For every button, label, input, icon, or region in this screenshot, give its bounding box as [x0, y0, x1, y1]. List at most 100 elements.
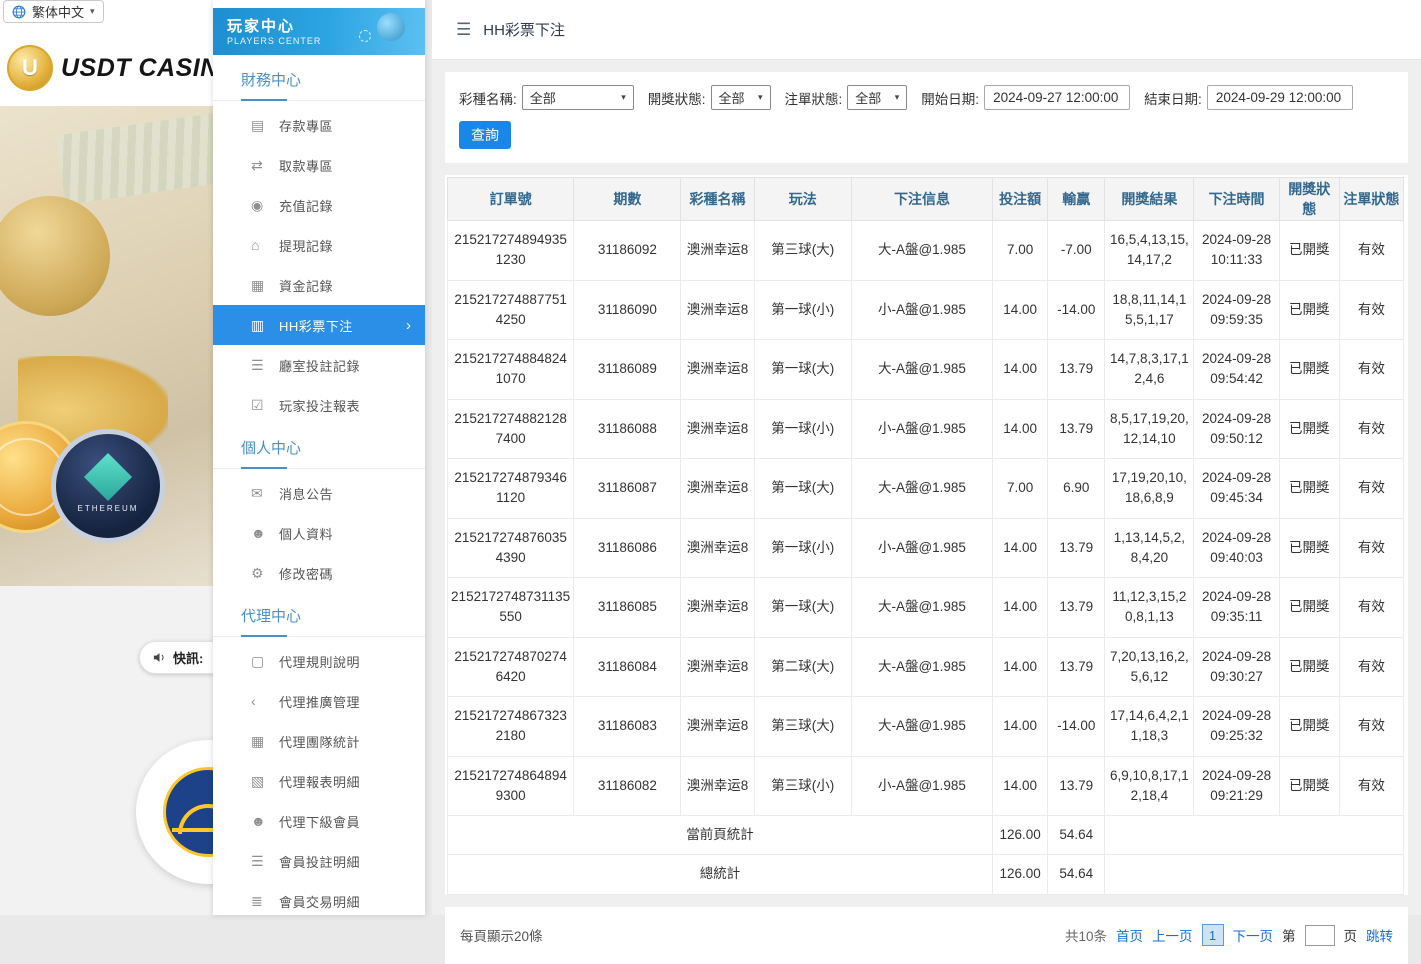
table-cell: 7,20,13,16,2,5,6,12 — [1105, 637, 1194, 697]
table-cell: 大-A盤@1.985 — [851, 459, 992, 519]
player-center-sidebar: 玩家中心 PLAYERS CENTER 財務中心▤存款專區⇄取款專區◉充值記錄⌂… — [213, 0, 425, 915]
agent-rules-icon: ▢ — [251, 653, 279, 670]
menu-icon[interactable]: ☰ — [456, 20, 471, 40]
sidebar-item-deposit[interactable]: ▤存款專區 — [213, 105, 425, 145]
sidebar-item-agent-report[interactable]: ▧代理報表明細 — [213, 761, 425, 801]
table-cell: 31186086 — [574, 518, 681, 578]
page-summary-bet: 126.00 — [993, 816, 1048, 855]
column-header: 投注額 — [993, 178, 1048, 221]
draw-status-select[interactable]: 全部 ▾ — [711, 85, 771, 110]
table-cell: 7.00 — [993, 221, 1048, 281]
column-header: 下注信息 — [851, 178, 992, 221]
table-cell: 8,5,17,19,20,12,14,10 — [1105, 399, 1194, 459]
sidebar-item-withdraw[interactable]: ⇄取款專區 — [213, 145, 425, 185]
jump-link[interactable]: 跳转 — [1366, 925, 1393, 945]
sidebar-item-cashout-record[interactable]: ⌂提現記錄 — [213, 225, 425, 265]
table-cell: 2024-09-28 09:50:12 — [1194, 399, 1279, 459]
table-cell: 小-A盤@1.985 — [851, 518, 992, 578]
speaker-icon — [152, 650, 167, 665]
sidebar-item-announcement[interactable]: ✉消息公告 — [213, 473, 425, 513]
table-cell: 14.00 — [993, 756, 1048, 816]
current-page-button[interactable]: 1 — [1202, 924, 1224, 946]
banknote-image — [56, 113, 213, 205]
prev-page-link[interactable]: 上一页 — [1152, 925, 1193, 945]
table-cell: 2024-09-28 09:35:11 — [1194, 578, 1279, 638]
table-cell: 已開獎 — [1279, 459, 1339, 519]
lottery-select-value: 全部 — [530, 88, 556, 107]
first-page-link[interactable]: 首页 — [1116, 925, 1143, 945]
sidebar-item-hall-bet-record[interactable]: ☰廳室投註記錄 — [213, 345, 425, 385]
sidebar-item-funds-record[interactable]: ▦資金記錄 — [213, 265, 425, 305]
table-cell: 澳洲幸运8 — [681, 578, 754, 638]
announcement-icon: ✉ — [251, 485, 279, 502]
caret-down-icon: ▾ — [758, 92, 763, 103]
end-date-label: 結束日期: — [1144, 88, 1202, 108]
table-cell: 已開獎 — [1279, 756, 1339, 816]
sidebar-item-agent-team-stats[interactable]: ▦代理團隊統計 — [213, 721, 425, 761]
table-cell: 已開獎 — [1279, 637, 1339, 697]
table-cell: 2024-09-28 09:21:29 — [1194, 756, 1279, 816]
table-cell: 31186082 — [574, 756, 681, 816]
pagination-bar: 每頁顯示20條 共10条 首页 上一页 1 下一页 第 页 跳转 — [445, 907, 1408, 964]
sidebar-item-member-transactions[interactable]: ≣會員交易明細 — [213, 881, 425, 921]
table-cell: 第一球(大) — [754, 340, 851, 400]
orbit-decoration-icon — [359, 30, 371, 42]
profile-icon: ☻ — [251, 525, 279, 541]
sidebar-item-agent-members[interactable]: ☻代理下級會員 — [213, 801, 425, 841]
table-cell: 17,19,20,10,18,6,8,9 — [1105, 459, 1194, 519]
table-row: 215217274887751425031186090澳洲幸运8第一球(小)小-… — [448, 280, 1404, 340]
language-selector[interactable]: 繁体中文 ▾ — [3, 0, 104, 23]
page-summary-winloss: 54.64 — [1048, 816, 1105, 855]
page-summary-label: 當前頁統計 — [448, 816, 993, 855]
column-header: 訂單號 — [448, 178, 574, 221]
column-header: 玩法 — [754, 178, 851, 221]
sidebar-item-label: 個人資料 — [279, 524, 333, 543]
page-summary-row: 當前頁統計 126.00 54.64 — [448, 816, 1404, 855]
sidebar-item-label: 代理規則說明 — [279, 652, 360, 671]
end-date-input[interactable] — [1207, 85, 1353, 110]
section-title: 財務中心 — [213, 57, 425, 101]
sidebar-item-lottery-bet[interactable]: ▥HH彩票下注› — [213, 305, 425, 345]
order-status-select[interactable]: 全部 ▾ — [847, 85, 907, 110]
sidebar-item-password[interactable]: ⚙修改密碼 — [213, 553, 425, 593]
table-cell: 13.79 — [1048, 637, 1105, 697]
goto-page-input[interactable] — [1305, 925, 1335, 946]
sidebar-item-recharge-record[interactable]: ◉充值記錄 — [213, 185, 425, 225]
table-cell: 2024-09-28 09:45:34 — [1194, 459, 1279, 519]
agent-team-stats-icon: ▦ — [251, 733, 279, 750]
ethereum-coin-icon: ETHEREUM — [51, 429, 165, 543]
goto-prefix-label: 第 — [1282, 925, 1296, 945]
draw-status-select-value: 全部 — [719, 88, 745, 107]
table-cell: 2152172748702746420 — [448, 637, 574, 697]
table-cell: 31186083 — [574, 697, 681, 757]
sidebar-item-label: 會員投註明細 — [279, 852, 360, 871]
table-cell: 13.79 — [1048, 578, 1105, 638]
summary-tbody: 當前頁統計 126.00 54.64 總統計 126.00 54.64 — [448, 816, 1404, 895]
language-label: 繁体中文 — [32, 2, 84, 21]
sidebar-item-agent-promo[interactable]: ‹代理推廣管理 — [213, 681, 425, 721]
next-page-link[interactable]: 下一页 — [1233, 925, 1274, 945]
sidebar-item-player-report[interactable]: ☑玩家投注報表 — [213, 385, 425, 425]
table-cell: 14.00 — [993, 697, 1048, 757]
table-cell: 1,13,14,5,2,8,4,20 — [1105, 518, 1194, 578]
table-cell: 已開獎 — [1279, 518, 1339, 578]
table-cell: 6,9,10,8,17,12,18,4 — [1105, 756, 1194, 816]
player-report-icon: ☑ — [251, 397, 279, 414]
table-cell: 已開獎 — [1279, 697, 1339, 757]
search-button[interactable]: 查詢 — [459, 121, 511, 149]
hero-banner: ETHEREUM — [0, 106, 213, 586]
table-row: 215217274884824107031186089澳洲幸运8第一球(大)大-… — [448, 340, 1404, 400]
sidebar-item-label: 代理報表明細 — [279, 772, 360, 791]
total-summary-label: 總統計 — [448, 855, 993, 894]
sidebar-item-agent-rules[interactable]: ▢代理規則說明 — [213, 641, 425, 681]
background-site: U USDT CASINO ETHEREUM 快訊: — [0, 0, 213, 915]
table-cell: 6.90 — [1048, 459, 1105, 519]
sidebar-item-profile[interactable]: ☻個人資料 — [213, 513, 425, 553]
sidebar-item-member-bets[interactable]: ☰會員投註明細 — [213, 841, 425, 881]
lottery-select[interactable]: 全部 ▾ — [522, 85, 634, 110]
news-ticker[interactable]: 快訊: — [139, 641, 213, 674]
table-cell: 13.79 — [1048, 756, 1105, 816]
table-cell: 14.00 — [993, 637, 1048, 697]
total-summary-bet: 126.00 — [993, 855, 1048, 894]
start-date-input[interactable] — [984, 85, 1130, 110]
